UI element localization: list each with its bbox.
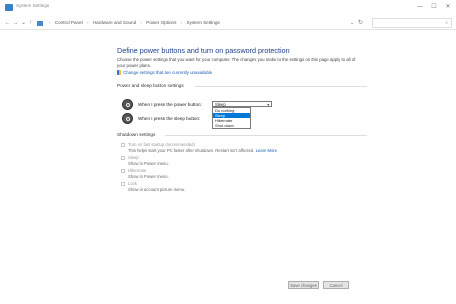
breadcrumb-power-options[interactable]: Power Options (146, 20, 176, 25)
up-arrow-icon[interactable]: ↑ (27, 18, 34, 28)
breadcrumb-separator: › (140, 20, 142, 25)
hibernate-checkbox[interactable] (121, 169, 125, 173)
power-button-icon (122, 99, 133, 110)
breadcrumb-separator: › (86, 20, 89, 25)
sleep-button-label: When I press the sleep button: (138, 116, 201, 121)
shutdown-section-title: Shutdown settings (117, 132, 156, 137)
back-arrow-icon[interactable]: ← (4, 18, 11, 28)
address-bar: ← → ⌄ ↑ › Control Panel › Hardware and S… (0, 17, 456, 30)
recent-locations-chevron-icon[interactable]: ⌄ (20, 18, 27, 28)
breadcrumb-separator: › (49, 20, 51, 25)
lock-description: Show in account picture menu. (128, 187, 186, 192)
breadcrumb-system-settings[interactable]: System Settings (187, 20, 220, 25)
section-divider (165, 135, 367, 136)
chevron-down-icon: ▼ (266, 103, 270, 107)
refresh-icon[interactable]: ↻ (358, 18, 363, 28)
page-description: Choose the power settings that you want … (117, 57, 356, 68)
forward-arrow-icon[interactable]: → (12, 18, 19, 28)
power-sleep-section-header: Power and sleep button settings (117, 83, 367, 88)
admin-shield-icon (117, 70, 121, 75)
maximize-button[interactable]: ☐ (428, 2, 440, 12)
shutdown-section-header: Shutdown settings (117, 132, 367, 137)
lock-checkbox[interactable] (121, 182, 125, 186)
save-changes-button[interactable]: Save changes (288, 281, 319, 289)
section-divider (195, 86, 367, 87)
learn-more-link[interactable]: Learn More (256, 148, 277, 153)
cancel-button[interactable]: Cancel (323, 281, 349, 289)
breadcrumb: › Control Panel › Hardware and Sound › P… (46, 20, 220, 25)
search-input[interactable]: ⌕ (372, 18, 452, 28)
breadcrumb-control-panel[interactable]: Control Panel (55, 20, 83, 25)
power-sleep-section-title: Power and sleep button settings (117, 83, 184, 88)
lock-label: Lock (128, 181, 137, 186)
change-unavailable-settings-link[interactable]: Change settings that are currently unava… (123, 70, 212, 75)
title-bar: System Settings — ☐ ✕ (0, 0, 456, 16)
fast-startup-description: This helps start your PC faster after sh… (128, 148, 277, 153)
sleep-description: Show in Power menu. (128, 161, 169, 166)
window-title: System Settings (16, 3, 50, 8)
control-panel-location-icon (37, 21, 43, 26)
power-button-options-list: Do nothing Sleep Hibernate Shut down (212, 107, 251, 129)
minimize-button[interactable]: — (414, 2, 426, 12)
power-button-label: When I press the power button: (138, 102, 202, 107)
address-dropdown-icon[interactable]: ⌄ (350, 18, 354, 28)
hibernate-description: Show in Power menu. (128, 174, 169, 179)
sleep-button-icon (122, 113, 133, 124)
breadcrumb-hardware-and-sound[interactable]: Hardware and Sound (93, 20, 136, 25)
fast-startup-checkbox[interactable] (121, 143, 125, 147)
fast-startup-description-text: This helps start your PC faster after sh… (128, 148, 255, 153)
search-icon[interactable]: ⌕ (445, 20, 448, 26)
close-button[interactable]: ✕ (442, 2, 454, 12)
sleep-label: Sleep (128, 155, 139, 160)
control-panel-icon (5, 4, 13, 11)
breadcrumb-separator: › (180, 20, 183, 25)
hibernate-label: Hibernate (128, 168, 147, 173)
fast-startup-label: Turn on fast startup (recommended) (128, 142, 195, 147)
sleep-checkbox[interactable] (121, 156, 125, 160)
option-shut-down[interactable]: Shut down (213, 123, 250, 128)
page-title: Define power buttons and turn on passwor… (117, 46, 290, 55)
